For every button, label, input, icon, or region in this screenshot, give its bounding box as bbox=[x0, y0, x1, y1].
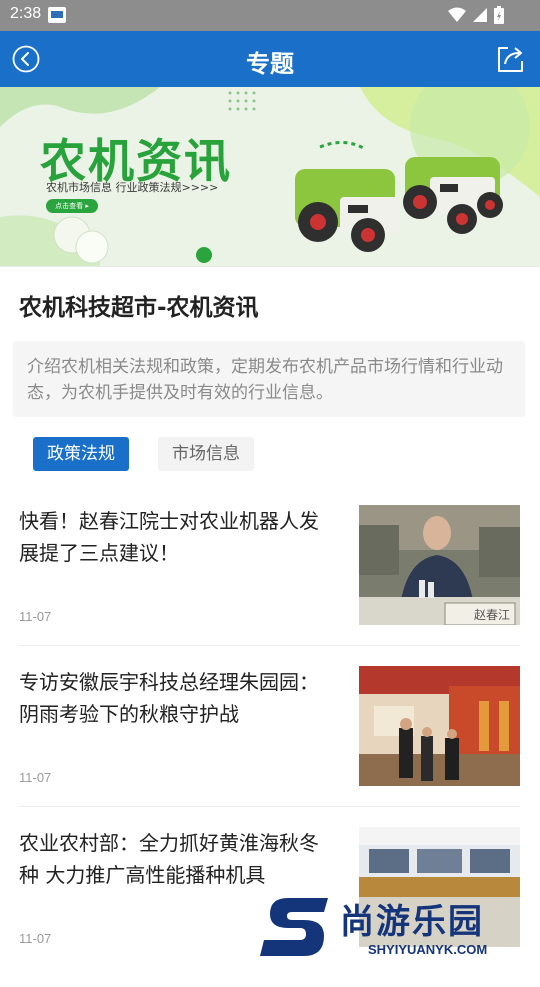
share-icon[interactable] bbox=[494, 43, 526, 75]
topic-title: 农机科技超市-农机资讯 bbox=[19, 295, 259, 321]
article-item[interactable]: 专访安徽辰宇科技总经理朱园园：阴雨考验下的秋粮守护战 11-07 bbox=[19, 666, 520, 826]
article-date: 11-07 bbox=[19, 770, 52, 785]
article-item[interactable]: 快看！赵春江院士对农业机器人发展提了三点建议！ 11-07 赵春江 bbox=[19, 505, 520, 665]
wifi-icon bbox=[448, 7, 466, 22]
article-date: 11-07 bbox=[19, 609, 52, 624]
tab-policy[interactable]: 政策法规 bbox=[33, 437, 129, 471]
banner-button[interactable]: 点击查看 ▸ bbox=[46, 199, 98, 213]
signal-icon bbox=[473, 8, 487, 22]
watermark-logo: 尚游乐园 SHYIYUANYK.COM bbox=[260, 892, 540, 960]
status-icons bbox=[448, 6, 504, 24]
topic-intro-text: 介绍农机相关法规和政策，定期发布农机产品市场行情和行业动态，为农机手提供及时有效… bbox=[27, 357, 503, 403]
watermark-s-icon bbox=[260, 898, 328, 956]
topic-intro: 介绍农机相关法规和政策，定期发布农机产品市场行情和行业动态，为农机手提供及时有效… bbox=[13, 341, 525, 417]
tab-market[interactable]: 市场信息 bbox=[158, 437, 254, 471]
status-bar: 2:38 bbox=[0, 0, 540, 31]
page-title: 专题 bbox=[246, 50, 294, 78]
article-title: 农业农村部：全力抓好黄淮海秋冬种 大力推广高性能播种机具 bbox=[19, 831, 319, 887]
article-divider bbox=[19, 645, 520, 646]
app-bar: 专题 bbox=[0, 31, 540, 87]
article-thumbnail: 赵春江 bbox=[359, 505, 520, 625]
article-title: 专访安徽辰宇科技总经理朱园园：阴雨考验下的秋粮守护战 bbox=[19, 670, 319, 726]
article-divider bbox=[19, 806, 520, 807]
article-date: 11-07 bbox=[19, 931, 52, 946]
topic-banner[interactable]: 农机资讯 农机市场信息 行业政策法规>>>> 点击查看 ▸ bbox=[0, 87, 540, 267]
thumbnail-caption: 赵春江 bbox=[473, 608, 510, 622]
article-title: 快看！赵春江院士对农业机器人发展提了三点建议！ bbox=[19, 509, 319, 565]
status-time: 2:38 bbox=[10, 5, 42, 22]
banner-subtitle: 农机市场信息 行业政策法规>>>> bbox=[46, 181, 219, 194]
divider bbox=[0, 266, 540, 267]
battery-icon bbox=[494, 6, 504, 24]
watermark-url: SHYIYUANYK.COM bbox=[368, 942, 488, 957]
notification-icon bbox=[48, 7, 66, 23]
watermark-text: 尚游乐园 bbox=[340, 902, 484, 942]
article-thumbnail bbox=[359, 666, 520, 786]
